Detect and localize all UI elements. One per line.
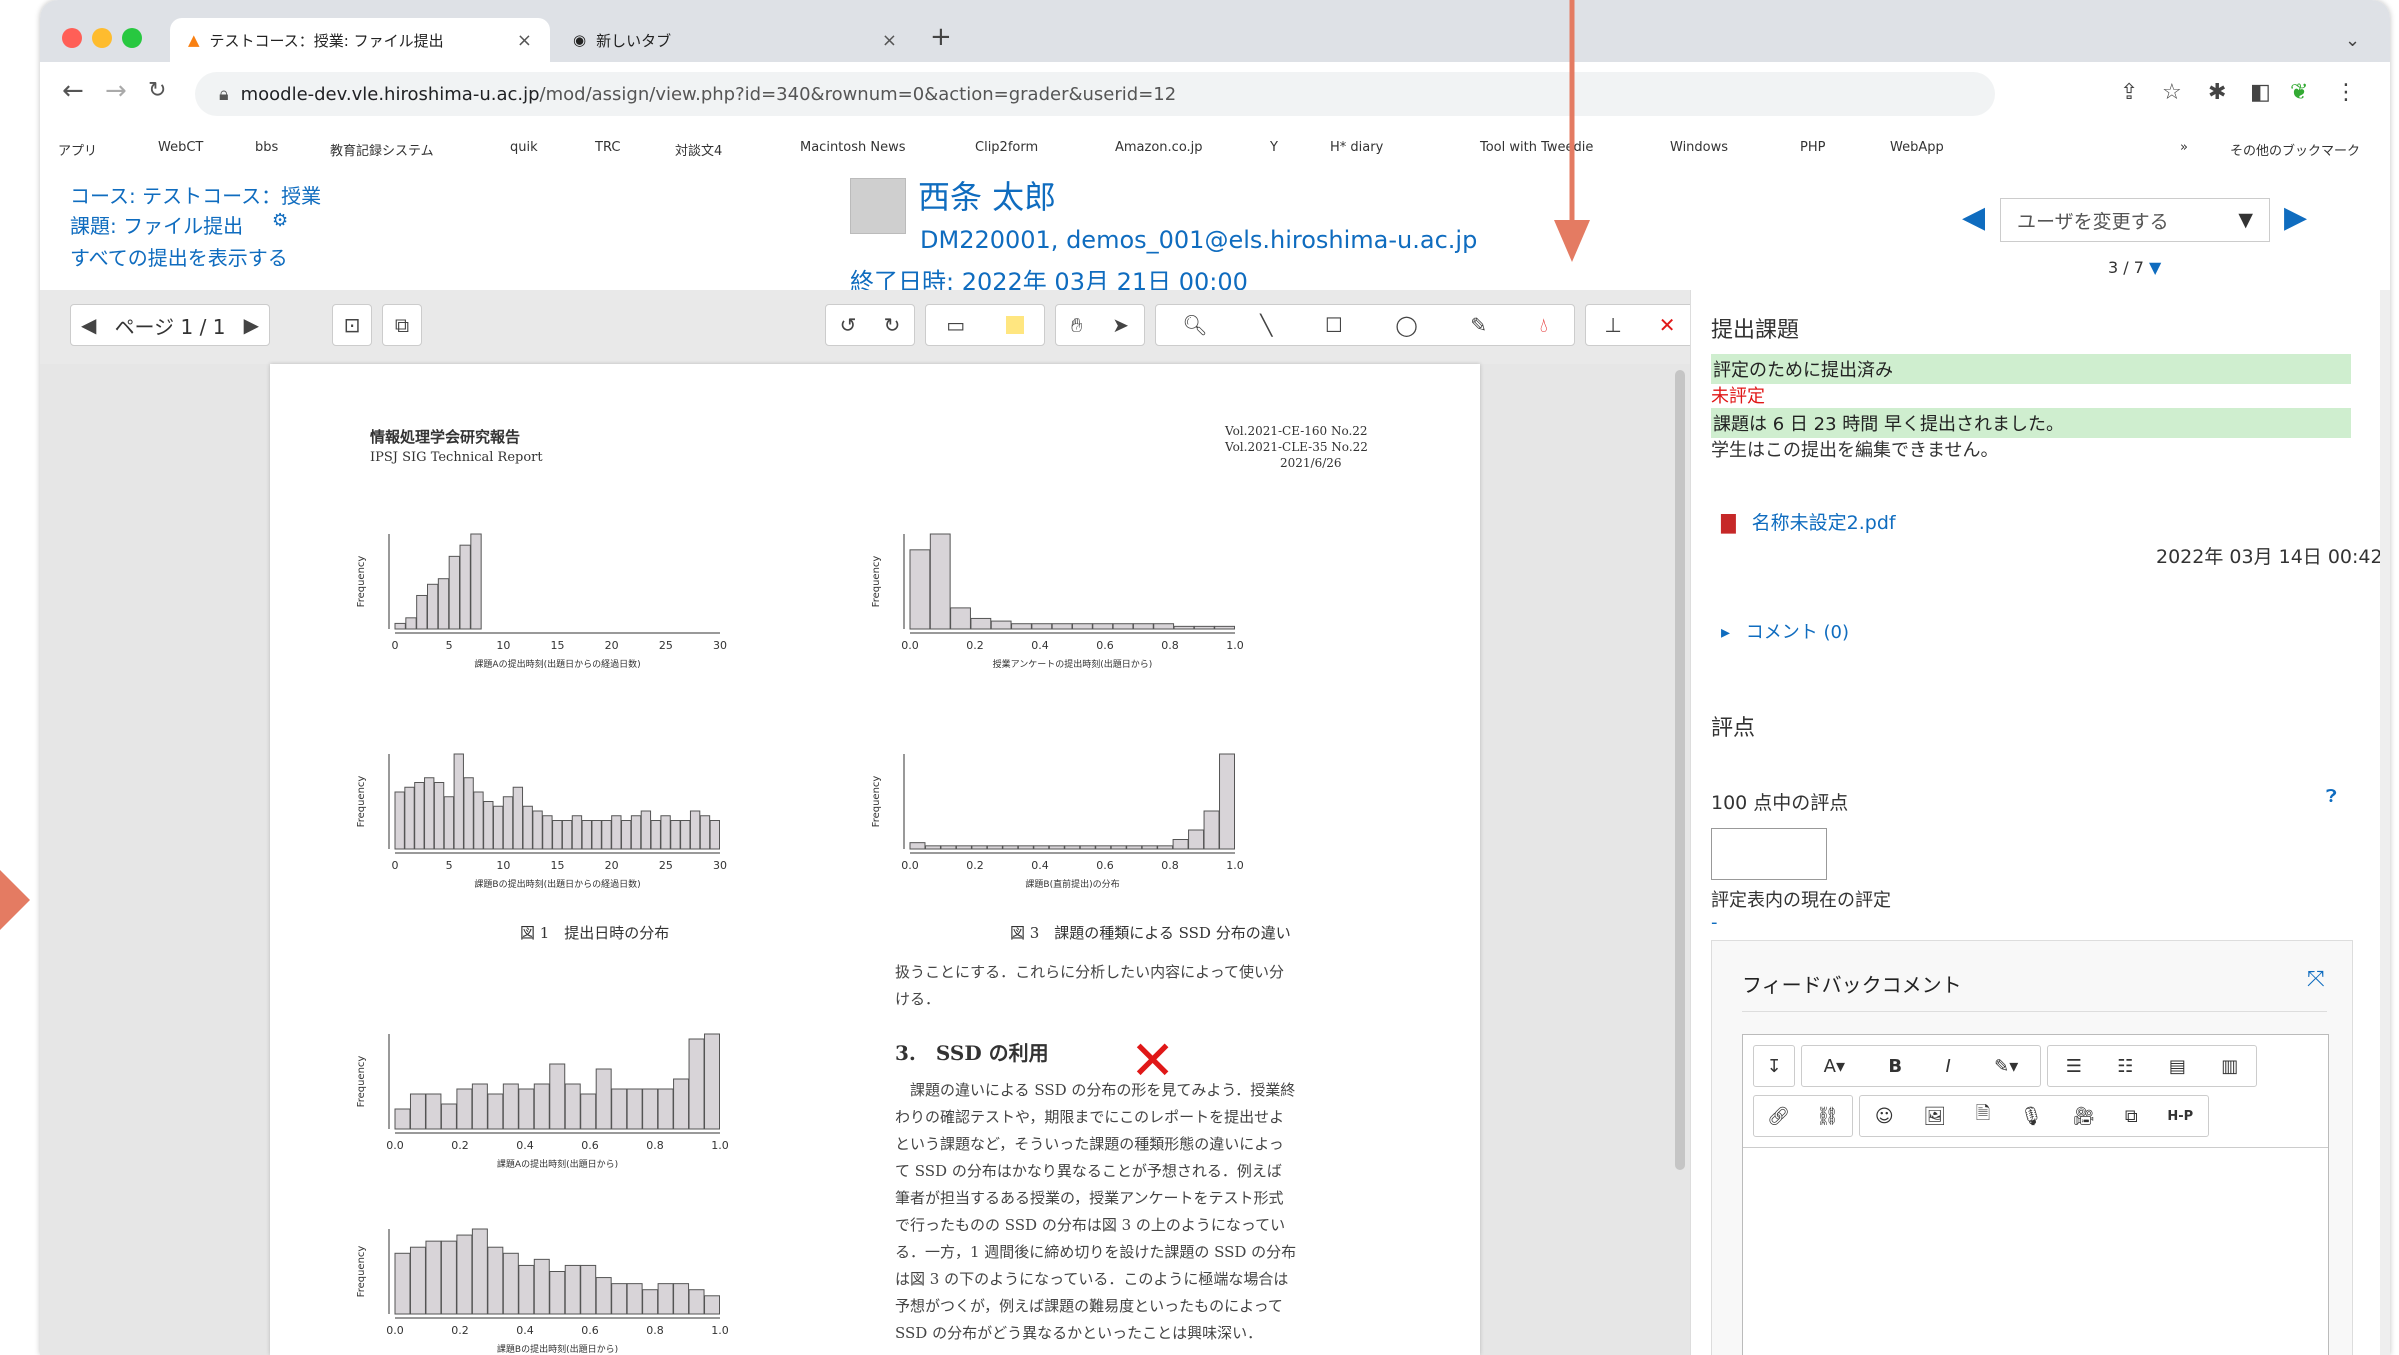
- annotation-overlay: [0, 0, 1590, 930]
- annotation-arrow-head: [1554, 220, 1590, 262]
- annotation-arrow-left: [0, 870, 30, 930]
